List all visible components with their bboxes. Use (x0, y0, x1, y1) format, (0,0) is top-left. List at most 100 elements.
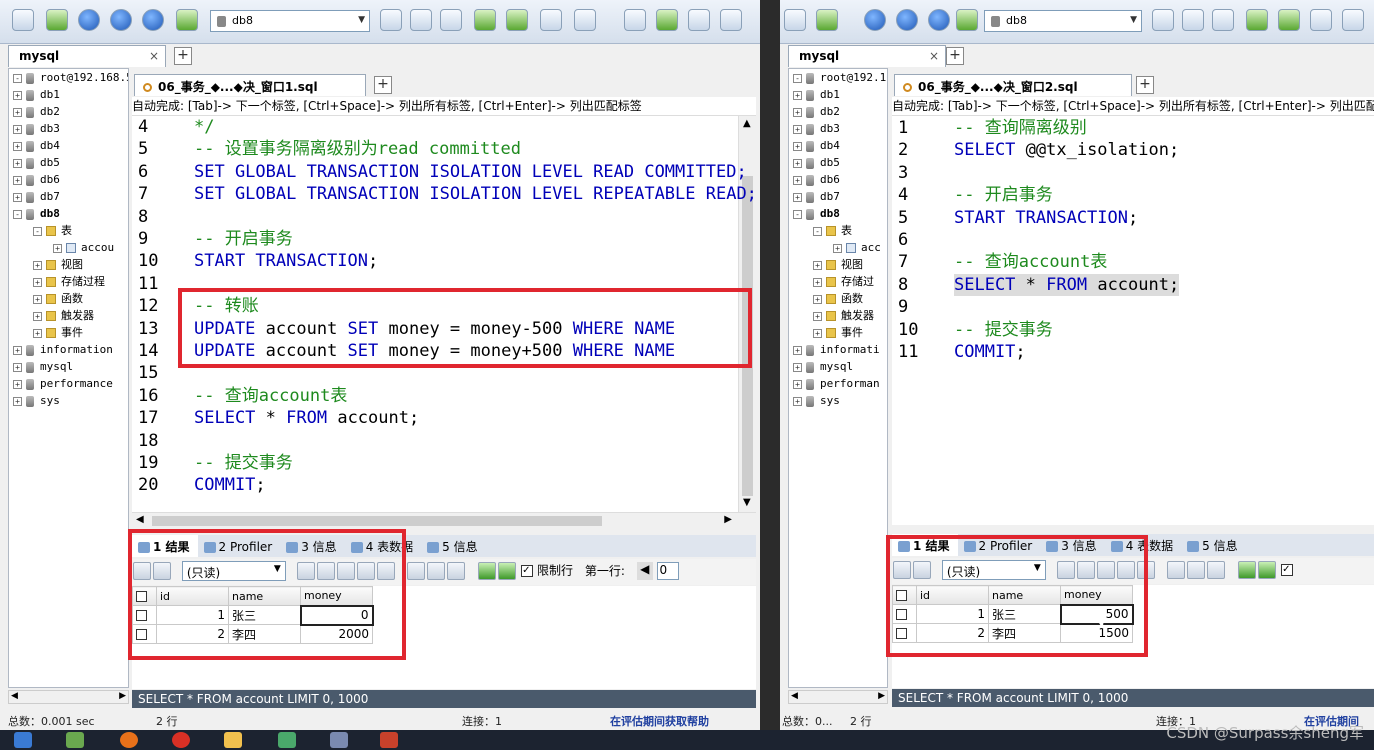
execute-all-icon[interactable] (110, 9, 132, 31)
object-browser-scrollbar[interactable]: ◀ ▶ (788, 690, 888, 704)
code-line[interactable]: 11 (132, 273, 756, 295)
tree-item[interactable]: + 事件 (789, 324, 887, 341)
table-cell[interactable]: 1500 (1060, 623, 1133, 643)
schema-icon[interactable] (1310, 9, 1332, 31)
code-line[interactable]: 15 (132, 362, 756, 384)
editor-app-icon[interactable] (278, 732, 296, 748)
expand-icon[interactable]: + (13, 175, 22, 185)
export-icon[interactable] (1246, 9, 1268, 31)
result-tab[interactable]: 5 信息 (421, 535, 485, 557)
grid-view-icon[interactable] (1167, 561, 1186, 579)
expand-icon[interactable]: + (813, 277, 822, 287)
tree-item[interactable]: + db5 (789, 154, 887, 171)
expand-icon[interactable]: + (793, 158, 802, 168)
tree-item[interactable]: + 存储过程 (9, 273, 128, 290)
expand-icon[interactable]: + (813, 294, 822, 304)
result-tab[interactable]: 4 表数据 (1105, 534, 1181, 556)
result-tab[interactable]: 2 Profiler (958, 536, 1041, 558)
expand-icon[interactable]: + (13, 379, 22, 389)
column-header[interactable]: id (916, 585, 989, 605)
tree-item[interactable]: - root@192.168.5 (9, 69, 128, 86)
tree-item[interactable]: - root@192.168 (789, 69, 887, 86)
folder-icon[interactable] (224, 732, 242, 748)
new-connection-tab-button[interactable]: + (174, 47, 192, 65)
expand-icon[interactable]: + (13, 396, 22, 406)
code-line[interactable]: 14 UPDATE account SET money = money+500 W… (132, 340, 756, 362)
expand-icon[interactable]: + (13, 141, 22, 151)
row-checkbox[interactable] (136, 610, 147, 621)
result-tab[interactable]: 2 Profiler (198, 537, 281, 559)
execute-all-icon[interactable] (896, 9, 918, 31)
result-tab[interactable]: 3 信息 (1040, 534, 1104, 556)
expand-icon[interactable]: + (13, 345, 22, 355)
row-checkbox[interactable] (896, 628, 907, 639)
tree-item[interactable]: + db4 (789, 137, 887, 154)
code-line[interactable]: 8 SELECT * FROM account; (892, 273, 1374, 297)
expand-icon[interactable]: + (793, 345, 802, 355)
tree-item[interactable]: + 触发器 (9, 307, 128, 324)
object-browser-scrollbar[interactable]: ◀ ▶ (8, 690, 129, 704)
paste-icon[interactable] (316, 562, 335, 580)
tree-item[interactable]: + informati (789, 341, 887, 358)
code-line[interactable]: 16 -- 查询account表 (132, 385, 756, 407)
code-line[interactable]: 13 UPDATE account SET money = money-500 W… (132, 318, 756, 340)
code-line[interactable]: 11 COMMIT; (892, 341, 1374, 363)
database-select[interactable]: db8 ▼ (984, 10, 1142, 32)
tree-item[interactable]: - db8 (789, 205, 887, 222)
select-all-checkbox[interactable] (896, 590, 907, 601)
code-line[interactable]: 1 -- 查询隔离级别 (892, 117, 1374, 139)
tree-item[interactable]: + db1 (9, 86, 128, 103)
new-query-icon[interactable] (816, 9, 838, 31)
column-header[interactable]: money (300, 586, 373, 606)
tree-item[interactable]: + db7 (789, 188, 887, 205)
new-query-icon[interactable] (46, 9, 68, 31)
expand-icon[interactable]: + (793, 90, 802, 100)
code-line[interactable]: 10 START TRANSACTION; (132, 250, 756, 272)
compare-icon[interactable] (688, 9, 710, 31)
collapse-icon[interactable]: - (813, 226, 822, 236)
collapse-icon[interactable]: - (793, 209, 802, 219)
restore-icon[interactable] (1182, 9, 1204, 31)
cancel-icon[interactable] (376, 562, 395, 580)
table-cell[interactable]: 2 (916, 623, 989, 643)
connect-icon[interactable] (12, 9, 34, 31)
grid-export-icon[interactable] (153, 562, 171, 580)
tree-item[interactable]: + db3 (9, 120, 128, 137)
table-cell[interactable]: 2 (156, 624, 229, 644)
readonly-select[interactable]: (只读) ▼ (941, 560, 1046, 580)
tree-item[interactable]: + db7 (9, 188, 128, 205)
powerpoint-icon[interactable] (380, 732, 398, 748)
result-tab[interactable]: 1 结果 (132, 535, 198, 557)
table-cell[interactable]: 张三 (228, 605, 301, 625)
schema-icon[interactable] (540, 9, 562, 31)
expand-icon[interactable]: + (813, 311, 822, 321)
expand-icon[interactable]: + (13, 90, 22, 100)
grid-export-icon[interactable] (913, 561, 931, 579)
sqlyog-icon[interactable] (330, 732, 348, 748)
expand-icon[interactable]: + (813, 260, 822, 270)
form-view-icon[interactable] (427, 562, 446, 580)
expand-icon[interactable]: + (33, 294, 42, 304)
tree-item[interactable]: + information (9, 341, 128, 358)
execute-icon[interactable] (78, 9, 100, 31)
tree-item[interactable]: + sys (789, 392, 887, 409)
filter-icon[interactable] (1238, 561, 1257, 579)
expand-icon[interactable]: + (793, 141, 802, 151)
tree-item[interactable]: + db1 (789, 86, 887, 103)
copy-icon[interactable] (1056, 561, 1075, 579)
table-cell[interactable]: 李四 (988, 623, 1061, 643)
import-icon[interactable] (440, 9, 462, 31)
table-cell[interactable]: 1 (156, 605, 229, 625)
refresh-icon[interactable] (928, 9, 950, 31)
code-line[interactable]: 19 -- 提交事务 (132, 452, 756, 474)
connection-tab[interactable]: mysql × (8, 45, 166, 67)
expand-icon[interactable]: + (13, 158, 22, 168)
code-line[interactable]: 10 -- 提交事务 (892, 319, 1374, 341)
grid-view-icon[interactable] (407, 562, 426, 580)
expand-icon[interactable]: + (53, 243, 62, 253)
grid-insert-icon[interactable] (893, 561, 911, 579)
tree-item[interactable]: + 函数 (9, 290, 128, 307)
backup-icon[interactable] (380, 9, 402, 31)
table-cell[interactable]: 2000 (300, 624, 373, 644)
tree-item[interactable]: - db8 (9, 205, 128, 222)
